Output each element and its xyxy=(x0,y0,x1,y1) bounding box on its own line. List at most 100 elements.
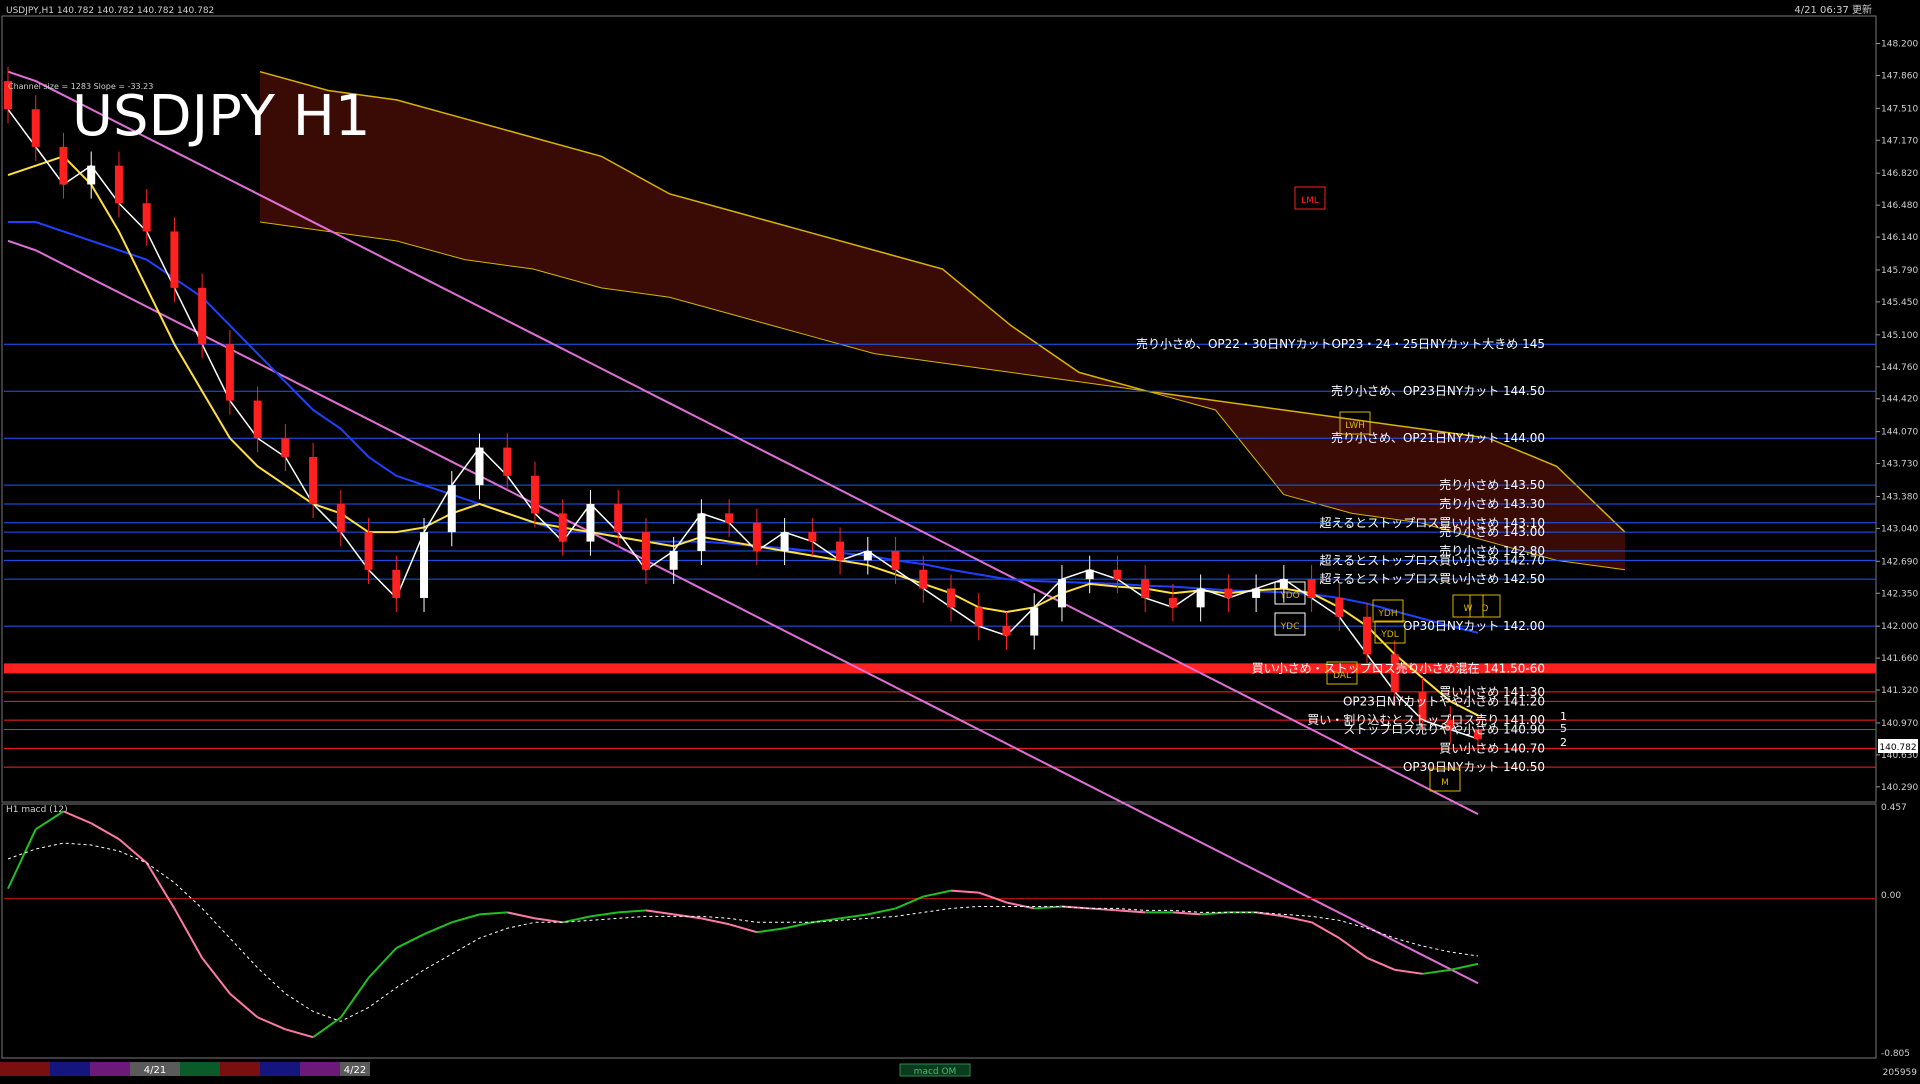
candle-body xyxy=(281,438,290,457)
y-tick-label: 142.000 xyxy=(1881,622,1918,632)
y-tick-label: 143.380 xyxy=(1881,492,1918,502)
macd-tick-bottom: -0.805 xyxy=(1881,1049,1910,1059)
candle-body xyxy=(309,456,318,504)
candle-body xyxy=(752,522,761,551)
macd-tick-top: 0.457 xyxy=(1881,803,1907,813)
level-label: OP30日NYカット 142.00 xyxy=(1403,619,1545,633)
candle-body xyxy=(420,532,429,598)
candle-body xyxy=(836,541,845,561)
candle-body xyxy=(641,532,650,570)
candle-body xyxy=(1196,588,1205,608)
marker-label: LWH xyxy=(1345,421,1365,431)
y-tick-label: 141.660 xyxy=(1881,654,1918,664)
level-label: OP23日NYカットやや小さめ 141.20 xyxy=(1343,694,1545,708)
candle-body xyxy=(475,447,484,486)
candle-body xyxy=(1057,579,1066,608)
bar-counter: 205959 xyxy=(1883,1068,1918,1078)
marker-label: LML xyxy=(1301,196,1319,206)
y-tick-label: 144.420 xyxy=(1881,395,1918,405)
candle-body xyxy=(1307,579,1316,598)
candle-body xyxy=(725,513,734,523)
side-number: 2 xyxy=(1560,736,1567,749)
candle-body xyxy=(1252,588,1261,598)
y-tick-label: 142.350 xyxy=(1881,589,1918,599)
level-label: 売り小さめ 143.00 xyxy=(1439,524,1545,539)
candle-body xyxy=(364,532,373,570)
indicator-tab-label: macd OM xyxy=(914,1067,957,1077)
candle-body xyxy=(87,165,96,185)
candle-body xyxy=(447,485,456,533)
y-tick-label: 146.820 xyxy=(1881,169,1918,179)
candle-body xyxy=(1168,597,1177,608)
candle-body xyxy=(392,569,401,598)
level-label: 売り小さめ、OP23日NYカット 144.50 xyxy=(1331,383,1545,398)
update-time: 4/21 06:37 更新 xyxy=(1794,3,1872,16)
level-label: 売り小さめ、OP21日NYカット 144.00 xyxy=(1331,430,1545,445)
y-tick-label: 142.690 xyxy=(1881,557,1918,567)
candle-body xyxy=(59,146,68,185)
side-number: 5 xyxy=(1560,722,1567,735)
level-label: 超えるとストップロス買い小さめ 142.50 xyxy=(1320,571,1545,586)
y-tick-label: 148.200 xyxy=(1881,39,1918,49)
y-tick-label: 143.040 xyxy=(1881,524,1918,534)
candle-body xyxy=(336,503,345,533)
candle-body xyxy=(1085,569,1094,580)
chart-svg: USDJPY,H1 140.782 140.782 140.782 140.78… xyxy=(0,0,1920,1080)
candle-body xyxy=(1279,579,1288,589)
date-label-1: 4/21 xyxy=(144,1065,166,1076)
candle-body xyxy=(170,231,179,288)
level-label: OP30日NYカット 140.50 xyxy=(1403,760,1545,774)
candle-body xyxy=(697,513,706,551)
level-label: 買い小さめ 140.70 xyxy=(1439,741,1545,755)
candle-body xyxy=(808,532,817,542)
level-label: 売り小さめ、OP22・30日NYカットOP23・24・25日NYカット大きめ 1… xyxy=(1136,336,1545,351)
y-tick-label: 140.970 xyxy=(1881,719,1918,729)
chart-title: USDJPY H1 xyxy=(72,84,370,149)
candle-body xyxy=(31,109,40,147)
y-tick-label: 146.140 xyxy=(1881,233,1918,243)
marker-label: D xyxy=(1482,604,1489,614)
candle-body xyxy=(142,203,151,232)
level-label: ストップロス売りやや小さめ 140.90 xyxy=(1343,722,1545,737)
candle-body xyxy=(1002,626,1011,636)
y-tick-label: 147.170 xyxy=(1881,136,1918,146)
candle-body xyxy=(974,607,983,627)
candle-body xyxy=(780,532,789,551)
y-tick-label: 145.100 xyxy=(1881,331,1918,341)
marker-label: YDC xyxy=(1280,622,1300,632)
level-label: 売り小さめ 143.30 xyxy=(1439,496,1545,511)
candle-body xyxy=(225,344,234,401)
y-tick-label: 145.450 xyxy=(1881,298,1918,308)
chart-window: USDJPY,H1 140.782 140.782 140.782 140.78… xyxy=(0,0,1920,1080)
marker-label: DAL xyxy=(1333,671,1351,681)
candle-body xyxy=(1141,579,1150,598)
y-tick-label: 144.070 xyxy=(1881,428,1918,438)
candle-body xyxy=(919,569,928,589)
candle-body xyxy=(558,513,567,542)
y-tick-label: 145.790 xyxy=(1881,266,1918,276)
candle-body xyxy=(1335,597,1344,617)
y-tick-label: 141.320 xyxy=(1881,686,1918,696)
marker-label: YDL xyxy=(1380,630,1398,640)
candle-body xyxy=(891,550,900,570)
date-label-2: 4/22 xyxy=(344,1065,366,1076)
marker-label: YDH xyxy=(1377,609,1397,619)
candle-body xyxy=(669,550,678,570)
candle-body xyxy=(1224,588,1233,598)
marker-label: W xyxy=(1464,604,1473,614)
candle-body xyxy=(198,287,207,345)
candle-body xyxy=(586,503,595,542)
candle-body xyxy=(614,503,623,533)
candle-body xyxy=(503,447,512,476)
candle-body xyxy=(1113,569,1122,580)
marker-label: M xyxy=(1441,778,1449,788)
candle-body xyxy=(947,588,956,608)
marker-label: YDO xyxy=(1279,591,1300,601)
header-info: USDJPY,H1 140.782 140.782 140.782 140.78… xyxy=(6,6,214,16)
candle-body xyxy=(1363,616,1372,655)
level-label: 売り小さめ 143.50 xyxy=(1439,477,1545,492)
y-tick-label: 147.510 xyxy=(1881,104,1918,114)
y-tick-label: 144.760 xyxy=(1881,363,1918,373)
candle-body xyxy=(530,475,539,514)
candle-body xyxy=(1030,607,1039,636)
